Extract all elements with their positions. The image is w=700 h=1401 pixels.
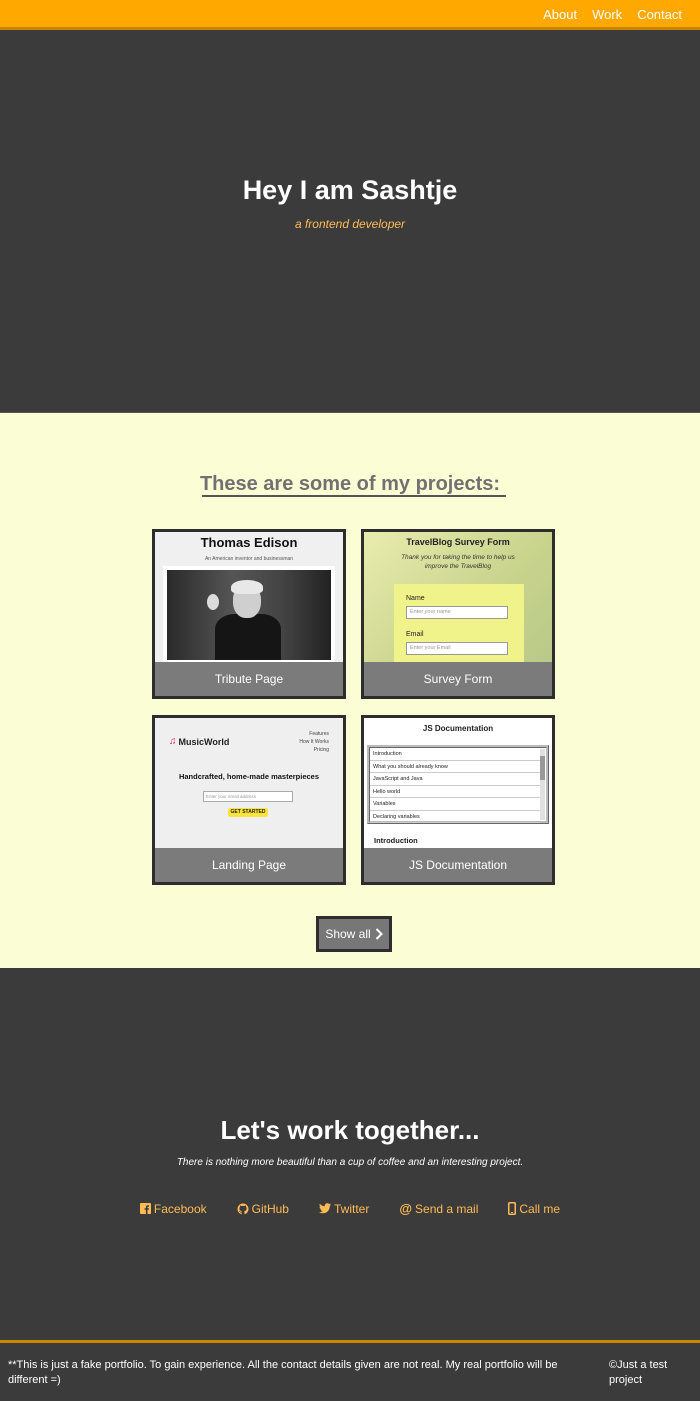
project-card-label: Survey Form: [364, 662, 552, 696]
landing-preview-button: GET STARTED: [228, 808, 268, 817]
jsdoc-list-item: Introduction: [370, 748, 540, 761]
project-card-survey[interactable]: TravelBlog Survey Form Thank you for tak…: [361, 529, 555, 699]
edison-photo: [163, 566, 335, 664]
projects-title: These are some of my projects:: [199, 473, 501, 495]
project-card-jsdoc[interactable]: JS Documentation Introduction What you s…: [361, 715, 555, 885]
hero-title: Hey I am Sashtje: [242, 175, 458, 205]
nav-link-contact[interactable]: Contact: [637, 7, 682, 22]
send-mail-label: Send a mail: [415, 1201, 479, 1216]
tribute-preview-image: Thomas Edison An American inventor and b…: [155, 532, 343, 665]
contact-links: Facebook GitHub Twitter @ Send a mail Ca…: [0, 1201, 700, 1216]
survey-name-label: Name: [406, 595, 425, 602]
project-card-label: JS Documentation: [364, 848, 552, 882]
landing-preview-nav-item: How It Works: [299, 739, 329, 745]
guitar-icon: ♫: [169, 736, 177, 747]
send-mail-link[interactable]: @ Send a mail: [399, 1201, 478, 1216]
project-card-label: Landing Page: [155, 848, 343, 882]
landing-preview-nav-item: Pricing: [313, 747, 329, 753]
call-me-label: Call me: [519, 1201, 561, 1216]
nav-link-about[interactable]: About: [543, 7, 577, 22]
twitter-link[interactable]: Twitter: [318, 1201, 370, 1216]
footer: **This is just a fake portfolio. To gain…: [0, 1340, 700, 1401]
hero-subtitle: a frontend developer: [294, 217, 406, 231]
jsdoc-list-item: What you should already know: [370, 761, 540, 773]
jsdoc-preview-title: JS Documentation: [422, 724, 494, 733]
jsdoc-preview-section: Introduction: [374, 836, 418, 845]
github-link[interactable]: GitHub: [237, 1201, 289, 1216]
contact-text: There is nothing more beautiful than a c…: [176, 1157, 524, 1168]
call-me-link[interactable]: Call me: [508, 1201, 560, 1216]
survey-preview-form: Name Enter your name Email Enter your Em…: [394, 584, 524, 665]
facebook-label: Facebook: [153, 1201, 207, 1216]
survey-email-label: Email: [406, 631, 424, 638]
github-label: GitHub: [251, 1201, 289, 1216]
jsdoc-list-item: Hello world: [370, 786, 540, 798]
facebook-link[interactable]: Facebook: [139, 1201, 207, 1216]
facebook-icon: [139, 1203, 151, 1214]
jsdoc-list-item: Declaring variables: [370, 811, 540, 823]
twitter-label: Twitter: [333, 1201, 370, 1216]
project-card-landing[interactable]: ♫ MusicWorld Features How It Works Prici…: [152, 715, 346, 885]
chevron-right-icon: [375, 928, 383, 940]
landing-preview-nav: Features How It Works Pricing: [299, 730, 329, 754]
survey-preview-title: TravelBlog Survey Form: [406, 537, 510, 547]
survey-preview-text: Thank you for taking the time to help us…: [401, 554, 515, 570]
jsdoc-list-item: Variables: [370, 798, 540, 811]
jsdoc-list-item: JavaScript and Java: [370, 773, 540, 786]
project-card-label: Tribute Page: [155, 662, 343, 696]
show-all-button[interactable]: Show all: [316, 916, 392, 952]
landing-preview-image: ♫ MusicWorld Features How It Works Prici…: [155, 718, 343, 851]
footer-disclaimer: **This is just a fake portfolio. To gain…: [8, 1359, 558, 1386]
mobile-icon: [508, 1202, 517, 1215]
survey-preview-image: TravelBlog Survey Form Thank you for tak…: [364, 532, 552, 665]
contact-section: Let's work together... There is nothing …: [0, 968, 700, 1340]
jsdoc-scrollbar-thumb: [540, 756, 545, 780]
navbar: About Work Contact: [0, 0, 700, 30]
landing-preview-logo: ♫ MusicWorld: [169, 736, 229, 747]
tribute-preview-subtitle: An American inventor and businessman: [204, 556, 294, 562]
footer-copyright: ©Just a test project: [609, 1359, 668, 1386]
survey-email-input: Enter your Email: [406, 642, 508, 655]
show-all-label: Show all: [325, 927, 371, 941]
landing-preview-nav-item: Features: [309, 731, 329, 737]
hero-section: Hey I am Sashtje a frontend developer: [0, 33, 700, 413]
projects-title-underline: [202, 495, 506, 497]
twitter-icon: [318, 1203, 331, 1214]
survey-name-input: Enter your name: [406, 606, 508, 619]
jsdoc-preview-image: JS Documentation Introduction What you s…: [364, 718, 552, 851]
landing-preview-logo-text: MusicWorld: [178, 736, 230, 747]
projects-section: These are some of my projects: Thomas Ed…: [0, 413, 700, 968]
tribute-preview-title: Thomas Edison: [200, 535, 298, 550]
landing-preview-heading: Handcrafted, home-made masterpieces: [178, 772, 320, 781]
nav-link-work[interactable]: Work: [592, 7, 622, 22]
landing-preview-email-input: Enter your email address: [203, 791, 293, 802]
project-card-tribute[interactable]: Thomas Edison An American inventor and b…: [152, 529, 346, 699]
at-icon: @: [399, 1201, 413, 1216]
contact-title: Let's work together...: [220, 1115, 480, 1145]
nav-links: About Work Contact: [543, 0, 682, 28]
jsdoc-preview-list: Introduction What you should already kno…: [367, 745, 549, 824]
github-icon: [237, 1203, 249, 1215]
